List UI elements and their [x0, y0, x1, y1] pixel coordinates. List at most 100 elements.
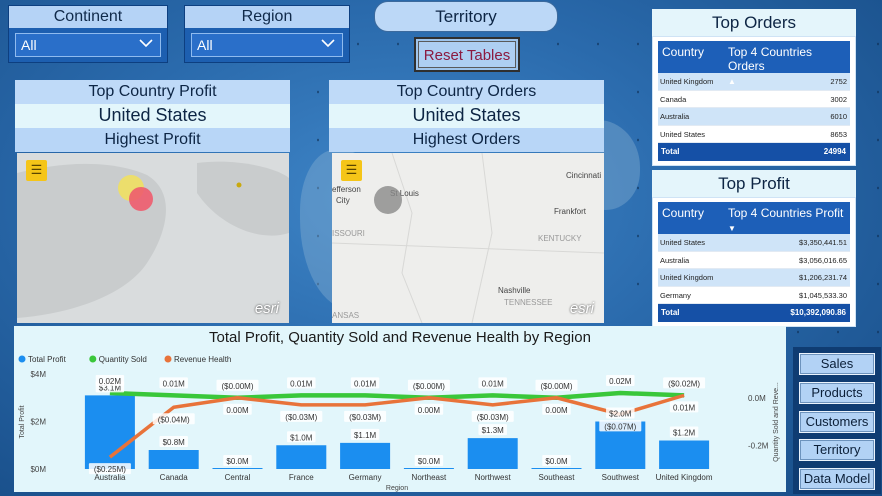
cell-country: United States — [660, 238, 706, 247]
cell-value: $3,056,016.65 — [799, 255, 847, 265]
nav-sales-button[interactable]: Sales — [799, 353, 875, 375]
reset-tables-label: Reset Tables — [418, 41, 516, 68]
chevron-down-icon — [139, 39, 153, 48]
nav-customers-button[interactable]: Customers — [799, 410, 875, 433]
data-label: $1.3M — [482, 426, 505, 435]
top-orders-title: Top Orders — [652, 9, 856, 36]
orders-column-header[interactable]: Top 4 Countries Orders ▲ — [724, 41, 850, 86]
data-label: ($0.04M) — [158, 415, 190, 424]
data-label: ($0.00M) — [221, 382, 253, 391]
nav-products-button[interactable]: Products — [799, 381, 875, 404]
continent-dropdown[interactable]: All — [15, 33, 161, 57]
table-row: Canada 3002 — [658, 91, 850, 109]
series-line — [109, 390, 685, 400]
country-column-header[interactable]: Country — [658, 202, 724, 234]
x-tick-label: France — [289, 473, 314, 482]
x-tick-label: Australia — [94, 473, 126, 482]
data-label: $0.0M — [545, 457, 568, 466]
profit-map[interactable]: ☰ esri — [17, 153, 289, 323]
top-country-orders-card: Top Country Orders United States Highest… — [329, 80, 604, 152]
sort-down-icon: ▼ — [728, 224, 736, 233]
bar — [84, 395, 135, 469]
bar — [659, 440, 710, 469]
cell-country: United States — [660, 129, 706, 139]
top-country-profit-value: United States — [15, 104, 290, 128]
total-label: Total — [661, 308, 680, 318]
data-label: 0.01M — [482, 379, 505, 388]
profit-quantity-revenue-chart[interactable]: Total Profit, Quantity Sold and Revenue … — [14, 326, 786, 492]
total-row: Total $10,392,090.86 — [658, 304, 850, 323]
data-label: 0.00M — [545, 406, 568, 415]
data-label: ($0.02M) — [668, 379, 700, 388]
y-tick-label: $2M — [30, 418, 46, 427]
table-row: Germany $1,045,533.30 — [658, 287, 850, 305]
bubble-small — [236, 182, 242, 188]
x-axis-title: Region — [386, 485, 408, 492]
top-country-profit-card: Top Country Profit United States Highest… — [15, 80, 290, 152]
data-label: ($0.25M) — [94, 465, 126, 474]
legend-marker — [89, 355, 97, 363]
bar — [212, 468, 263, 469]
x-tick-label: Canada — [160, 473, 189, 482]
total-label: Total — [661, 147, 680, 157]
highest-orders-label: Highest Orders — [329, 128, 604, 152]
data-label: 0.01M — [290, 379, 313, 388]
data-label: ($0.03M) — [477, 413, 509, 422]
cell-country: Germany — [660, 290, 691, 300]
top-country-orders-title: Top Country Orders — [329, 80, 604, 104]
data-label: 0.01M — [673, 403, 696, 412]
x-tick-label: Northwest — [475, 473, 512, 482]
cell-country: Australia — [660, 255, 690, 265]
bar — [148, 450, 199, 469]
data-label: ($0.00M) — [413, 382, 445, 391]
data-label: $1.2M — [673, 429, 696, 438]
reset-tables-button[interactable]: Reset Tables — [414, 37, 520, 72]
region-dropdown[interactable]: All — [191, 33, 343, 57]
data-label: 0.00M — [226, 406, 249, 415]
data-label: ($0.00M) — [540, 382, 572, 391]
orders-bubbles — [374, 186, 402, 214]
continent-slicer[interactable]: Continent All — [8, 5, 168, 63]
legend-marker — [18, 355, 26, 363]
table-row: United Kingdom 2752 — [658, 73, 850, 91]
cell-value: $1,206,231.74 — [799, 273, 847, 283]
cell-country: United Kingdom — [660, 77, 714, 86]
cell-country: Australia — [660, 112, 690, 122]
x-tick-label: Central — [225, 473, 251, 482]
top-country-profit-title: Top Country Profit — [15, 80, 290, 104]
y-tick-label: $4M — [30, 370, 46, 379]
nav-data-model-button[interactable]: Data Model — [799, 468, 875, 491]
data-label: $2.0M — [609, 410, 632, 419]
top-country-orders-value: United States — [329, 104, 604, 128]
country-column-header[interactable]: Country — [658, 41, 724, 73]
orders-map[interactable]: ☰ efferson City St Louis ISSOURI Cincinn… — [332, 153, 604, 323]
table-row: Australia 6010 — [658, 108, 850, 126]
region-slicer[interactable]: Region All — [184, 5, 350, 63]
x-tick-label: Southwest — [602, 473, 640, 482]
bar — [531, 468, 582, 469]
data-label: 0.02M — [99, 377, 122, 386]
x-tick-label: United Kingdom — [656, 473, 713, 482]
total-row: Total 24994 — [658, 143, 850, 162]
y-axis-title: Total Profit — [19, 405, 26, 438]
legend-label: Revenue Health — [174, 355, 231, 364]
y2-tick-label: -0.2M — [748, 441, 769, 450]
bar — [467, 438, 518, 469]
cell-country: United Kingdom — [660, 273, 714, 283]
profit-column-label: Top 4 Countries Profit — [728, 206, 844, 220]
bar — [403, 468, 454, 469]
nav-territory-button[interactable]: Territory — [799, 439, 875, 462]
cell-value: $3,350,441.51 — [799, 238, 847, 247]
top-orders-table: Top Orders Country Top 4 Countries Order… — [652, 9, 856, 167]
territory-title: Territory — [374, 1, 558, 32]
x-tick-label: Germany — [349, 473, 382, 482]
profit-column-header[interactable]: Top 4 Countries Profit ▼ — [724, 202, 850, 234]
y-tick-label: $0M — [30, 465, 46, 474]
total-value: $10,392,090.86 — [790, 308, 846, 318]
continent-slicer-label: Continent — [9, 6, 167, 28]
legend-marker — [164, 355, 172, 363]
table-row: United States $3,350,441.51 — [658, 234, 850, 252]
region-value: All — [197, 37, 213, 53]
highest-profit-label: Highest Profit — [15, 128, 290, 152]
chevron-down-icon — [321, 39, 335, 48]
